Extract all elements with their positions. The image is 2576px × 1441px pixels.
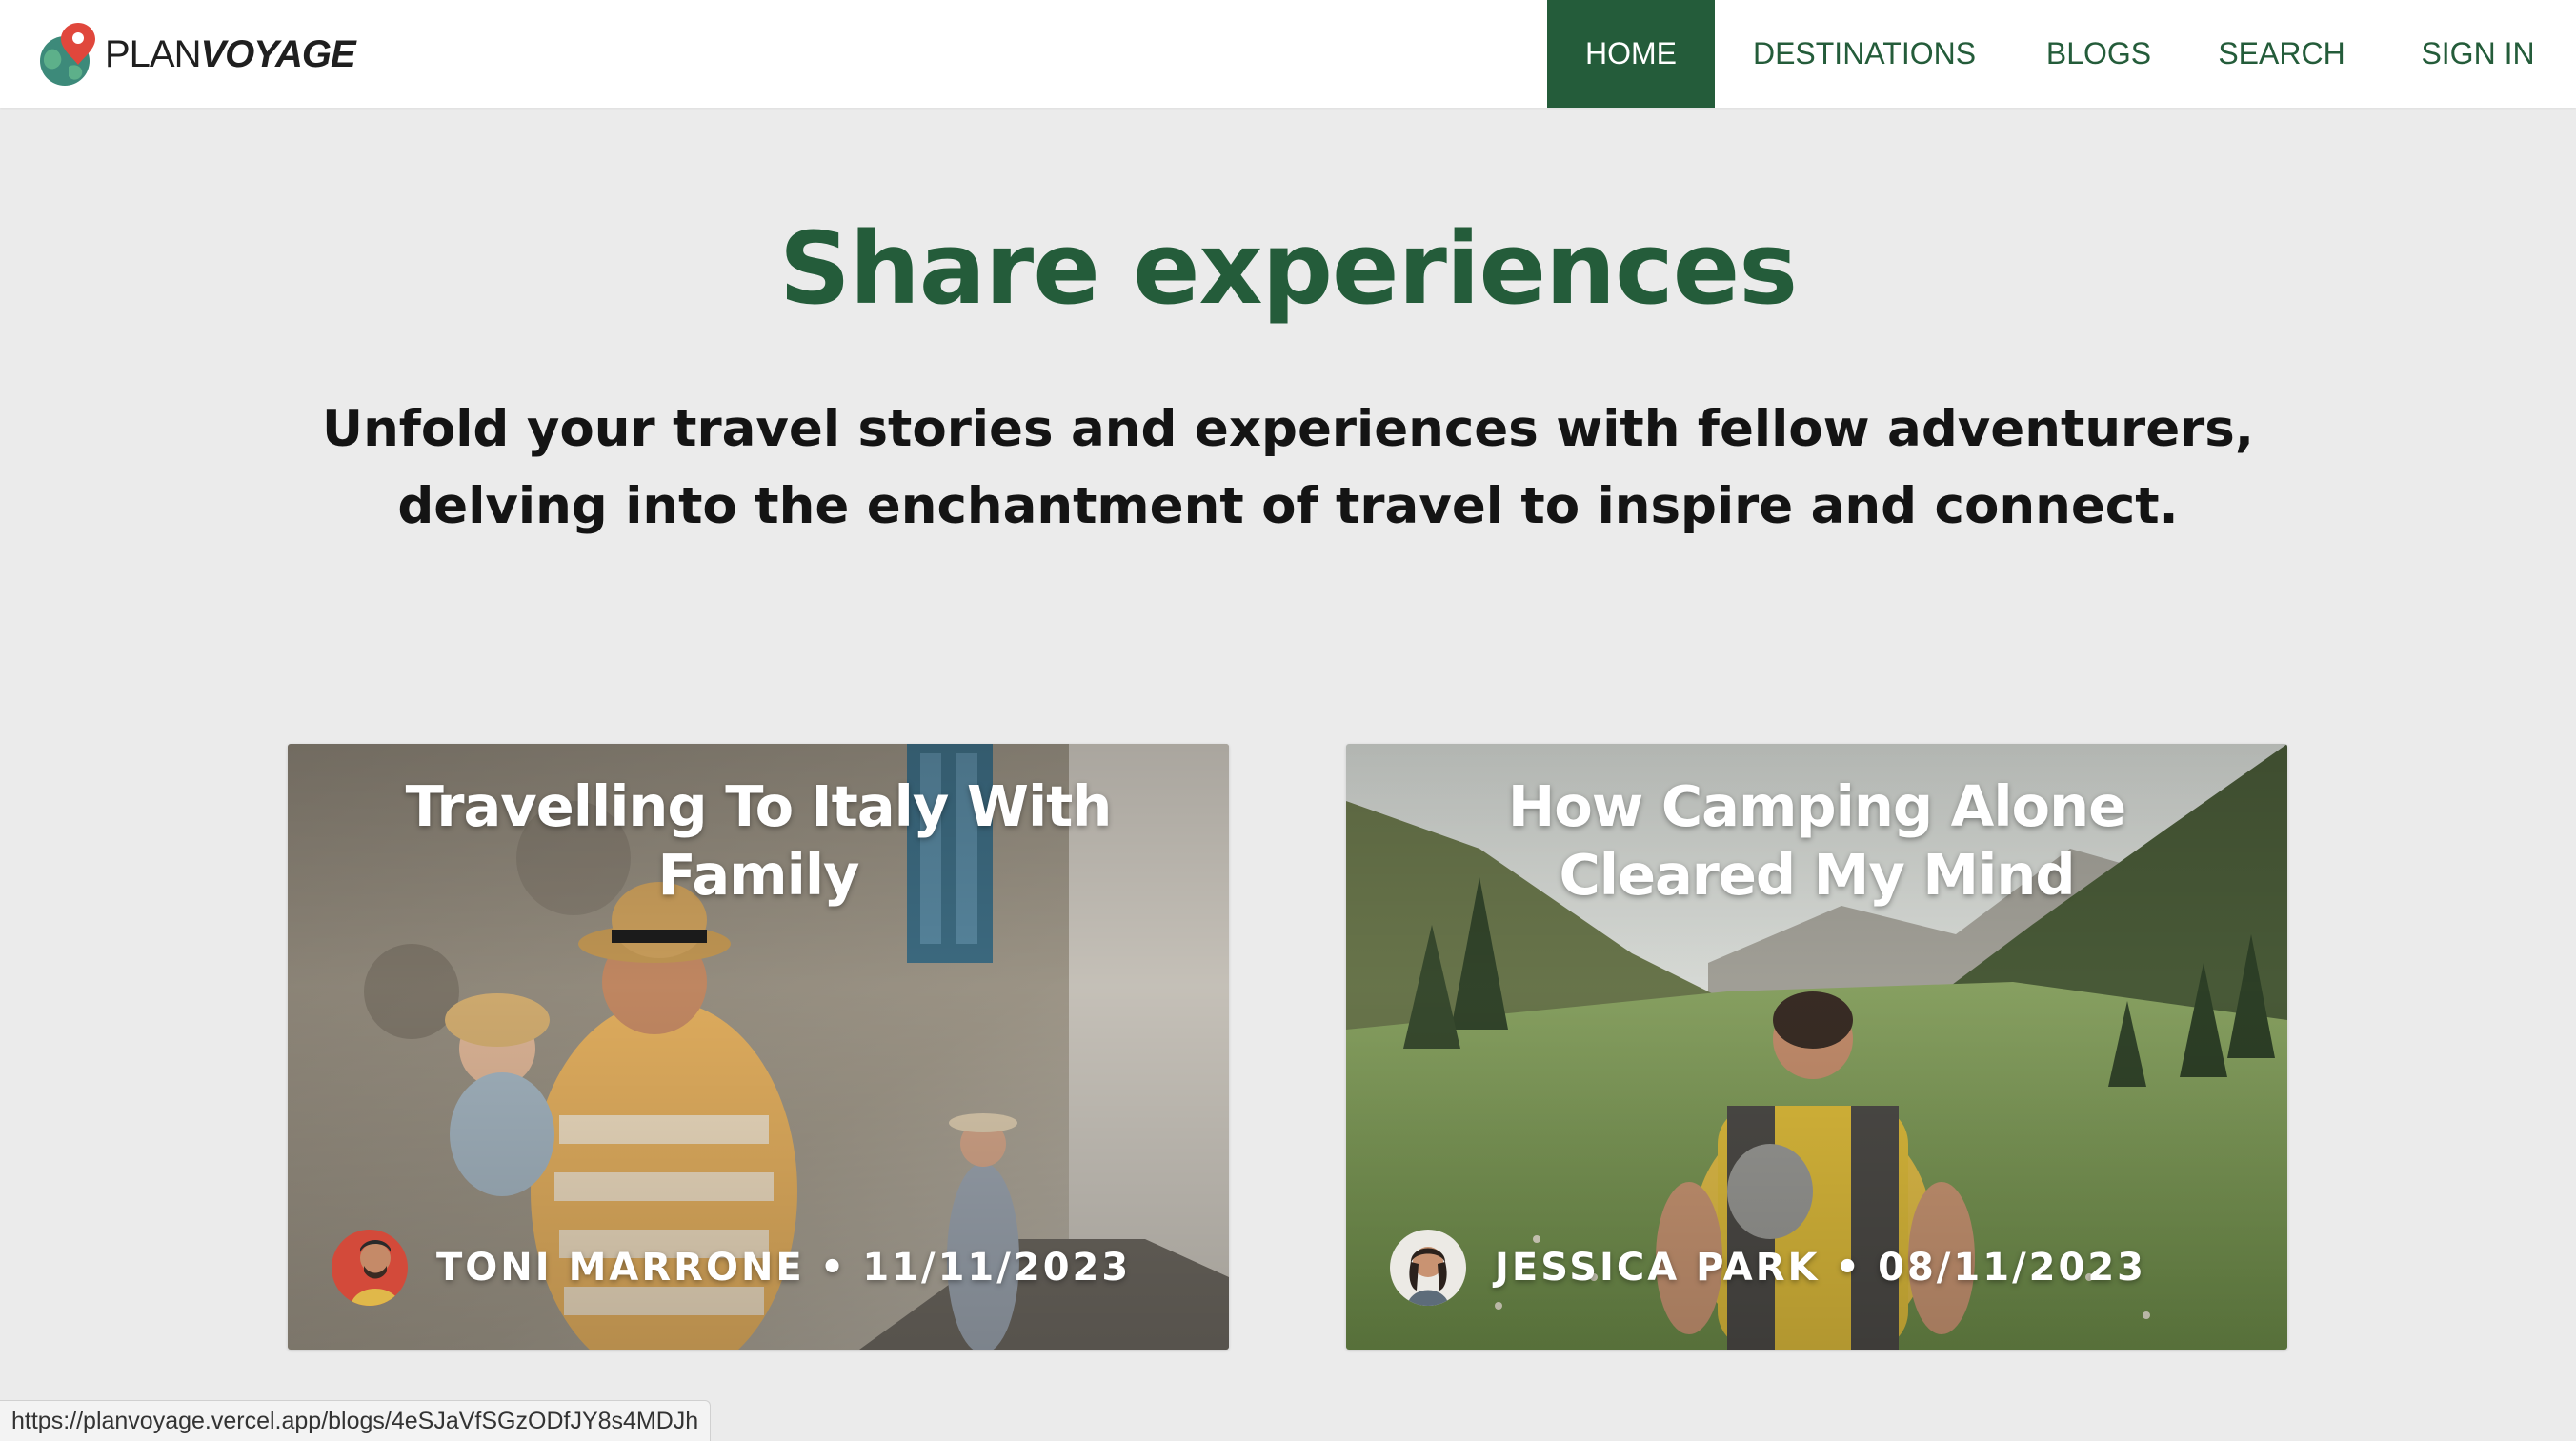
author-name: TONI MARRONE bbox=[436, 1246, 805, 1290]
brand-logo[interactable]: PLANVOYAGE bbox=[36, 13, 356, 95]
link-preview-status: https://planvoyage.vercel.app/blogs/4eSJ… bbox=[0, 1400, 712, 1441]
author-avatar bbox=[332, 1230, 408, 1306]
brand-wordmark: PLANVOYAGE bbox=[105, 32, 356, 76]
author-name: JESSICA PARK bbox=[1495, 1246, 1821, 1290]
globe-pin-icon bbox=[36, 21, 103, 88]
blog-card-meta: TONI MARRONE • 11/11/2023 bbox=[332, 1230, 1131, 1306]
post-date: 08/11/2023 bbox=[1878, 1246, 2146, 1290]
meta-separator: • bbox=[819, 1246, 848, 1290]
page-subtitle: Unfold your travel stories and experienc… bbox=[322, 400, 2254, 535]
site-header: PLANVOYAGE HOME DESTINATIONS BLOGS SEARC… bbox=[0, 0, 2576, 108]
author-avatar bbox=[1390, 1230, 1466, 1306]
page-title: Share experiences bbox=[778, 210, 1798, 327]
nav-destinations[interactable]: DESTINATIONS bbox=[1715, 0, 2014, 108]
brand-name-voyage: VOYAGE bbox=[200, 32, 356, 75]
blog-card-meta: JESSICA PARK • 08/11/2023 bbox=[1390, 1230, 2146, 1306]
main-nav: HOME DESTINATIONS BLOGS SEARCH SIGN IN bbox=[1547, 0, 2576, 108]
brand-name-plan: PLAN bbox=[105, 32, 201, 75]
nav-search[interactable]: SEARCH bbox=[2184, 0, 2380, 108]
nav-blogs[interactable]: BLOGS bbox=[2014, 0, 2184, 108]
blog-card-title: How Camping Alone Cleared My Mind bbox=[1507, 773, 2126, 908]
blog-card-title: Travelling To Italy With Family bbox=[405, 773, 1113, 908]
blog-card[interactable]: Travelling To Italy With Family TONI MAR… bbox=[288, 744, 1229, 1350]
nav-sign-in[interactable]: SIGN IN bbox=[2380, 0, 2576, 108]
meta-separator: • bbox=[1835, 1246, 1863, 1290]
post-date: 11/11/2023 bbox=[862, 1246, 1132, 1290]
blog-card[interactable]: How Camping Alone Cleared My Mind JESSIC… bbox=[1346, 744, 2287, 1350]
nav-home[interactable]: HOME bbox=[1547, 0, 1715, 108]
